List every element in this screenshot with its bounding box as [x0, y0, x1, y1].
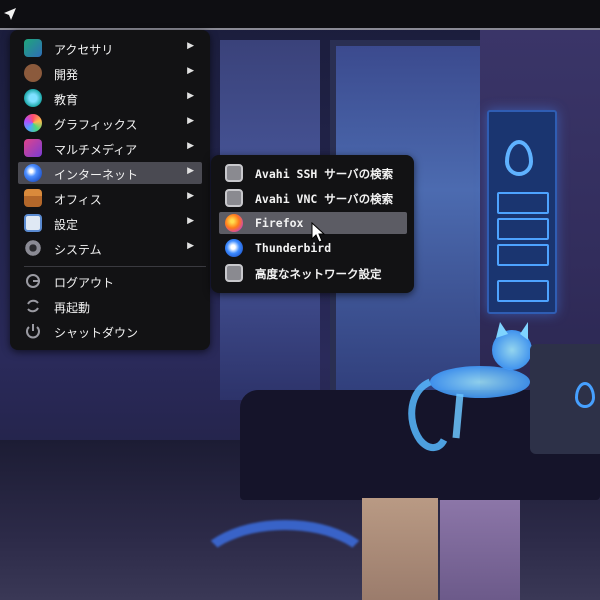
network-server-icon: [225, 189, 243, 207]
submenu-arrow-icon: ▶: [187, 191, 194, 201]
menu-item-multimedia[interactable]: マルチメディア ▶: [18, 137, 202, 159]
graphics-icon: [24, 114, 42, 132]
menu-item-label: システム: [54, 243, 102, 257]
menu-item-accessories[interactable]: アクセサリ ▶: [18, 37, 202, 59]
menu-item-label: グラフィックス: [54, 118, 138, 132]
menu-item-label: オフィス: [54, 193, 102, 207]
logout-icon: [24, 272, 42, 290]
menu-item-label: Firefox: [255, 216, 304, 230]
top-panel: [0, 0, 600, 30]
submenu-item-avahi-vnc[interactable]: Avahi VNC サーバの検索: [219, 187, 407, 209]
menu-item-system[interactable]: システム ▶: [18, 237, 202, 259]
submenu-arrow-icon: ▶: [187, 91, 194, 101]
submenu-arrow-icon: ▶: [187, 166, 194, 176]
menu-item-label: アクセサリ: [54, 43, 114, 57]
submenu-arrow-icon: ▶: [187, 216, 194, 226]
submenu-arrow-icon: ▶: [187, 116, 194, 126]
development-icon: [24, 64, 42, 82]
wallpaper-ad-panel: [487, 110, 557, 314]
shutdown-icon: [24, 322, 42, 340]
menu-item-education[interactable]: 教育 ▶: [18, 87, 202, 109]
paper-plane-icon[interactable]: [2, 6, 18, 22]
submenu-arrow-icon: ▶: [187, 41, 194, 51]
network-server-icon: [225, 164, 243, 182]
menu-item-label: 教育: [54, 93, 79, 107]
menu-item-internet[interactable]: インターネット ▶: [18, 162, 202, 184]
menu-separator: [24, 266, 206, 267]
mouse-cursor-icon: [311, 222, 325, 243]
menu-item-label: 高度なネットワーク設定: [255, 267, 382, 281]
menu-item-development[interactable]: 開発 ▶: [18, 62, 202, 84]
system-icon: [24, 239, 42, 257]
wallpaper-shopping-bag: [440, 500, 520, 600]
submenu-item-advanced-network[interactable]: 高度なネットワーク設定: [219, 262, 407, 284]
menu-item-label: Avahi VNC サーバの検索: [255, 192, 394, 206]
multimedia-icon: [24, 139, 42, 157]
thunderbird-icon: [225, 239, 243, 257]
internet-icon: [24, 164, 42, 182]
menu-item-restart[interactable]: 再起動: [18, 295, 202, 317]
menu-item-label: ログアウト: [54, 276, 115, 290]
submenu-arrow-icon: ▶: [187, 141, 194, 151]
submenu-arrow-icon: ▶: [187, 241, 194, 251]
menu-item-settings[interactable]: 設定 ▶: [18, 212, 202, 234]
menu-item-label: シャットダウン: [54, 326, 139, 340]
submenu-item-avahi-ssh[interactable]: Avahi SSH サーバの検索: [219, 162, 407, 184]
firefox-icon: [225, 214, 243, 232]
office-icon: [24, 189, 42, 207]
restart-icon: [24, 297, 42, 315]
wallpaper-cat: [408, 322, 532, 451]
menu-item-office[interactable]: オフィス ▶: [18, 187, 202, 209]
accessories-icon: [24, 39, 42, 57]
education-icon: [24, 89, 42, 107]
menu-item-shutdown[interactable]: シャットダウン: [18, 320, 202, 342]
menu-item-label: マルチメディア: [54, 143, 138, 157]
menu-item-label: インターネット: [54, 168, 139, 182]
menu-item-label: 再起動: [54, 301, 91, 315]
application-menu: アクセサリ ▶ 開発 ▶ 教育 ▶ グラフィックス ▶ マルチメディア ▶ イン…: [10, 30, 210, 350]
wallpaper-laptop: [530, 344, 600, 454]
menu-item-label: Avahi SSH サーバの検索: [255, 167, 394, 181]
submenu-arrow-icon: ▶: [187, 66, 194, 76]
menu-item-label: 開発: [54, 68, 79, 82]
menu-item-graphics[interactable]: グラフィックス ▶: [18, 112, 202, 134]
menu-item-label: 設定: [54, 218, 79, 232]
menu-item-logout[interactable]: ログアウト: [18, 270, 202, 292]
desktop: アクセサリ ▶ 開発 ▶ 教育 ▶ グラフィックス ▶ マルチメディア ▶ イン…: [0, 0, 600, 600]
network-settings-icon: [225, 264, 243, 282]
settings-icon: [24, 214, 42, 232]
